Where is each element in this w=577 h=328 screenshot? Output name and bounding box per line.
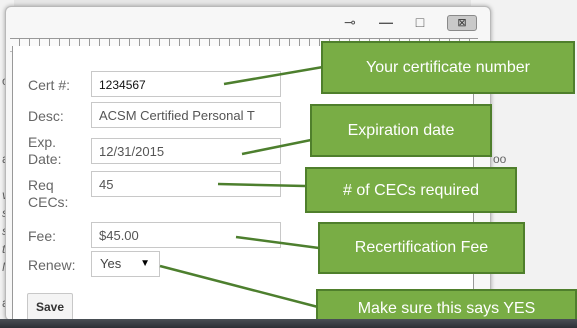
- cert-connector-line: [223, 65, 324, 86]
- cecs-callout: # of CECs required: [305, 167, 517, 213]
- fee-callout: Recertification Fee: [318, 222, 525, 274]
- fee-connector-line: [235, 235, 320, 250]
- renew-connector-line: [159, 264, 319, 309]
- cecs-connector-line: [217, 182, 306, 188]
- exp-connector-line: [241, 138, 312, 156]
- cert-callout: Your certificate number: [321, 41, 575, 94]
- taskbar: [0, 319, 577, 328]
- exp-callout: Expiration date: [310, 104, 492, 157]
